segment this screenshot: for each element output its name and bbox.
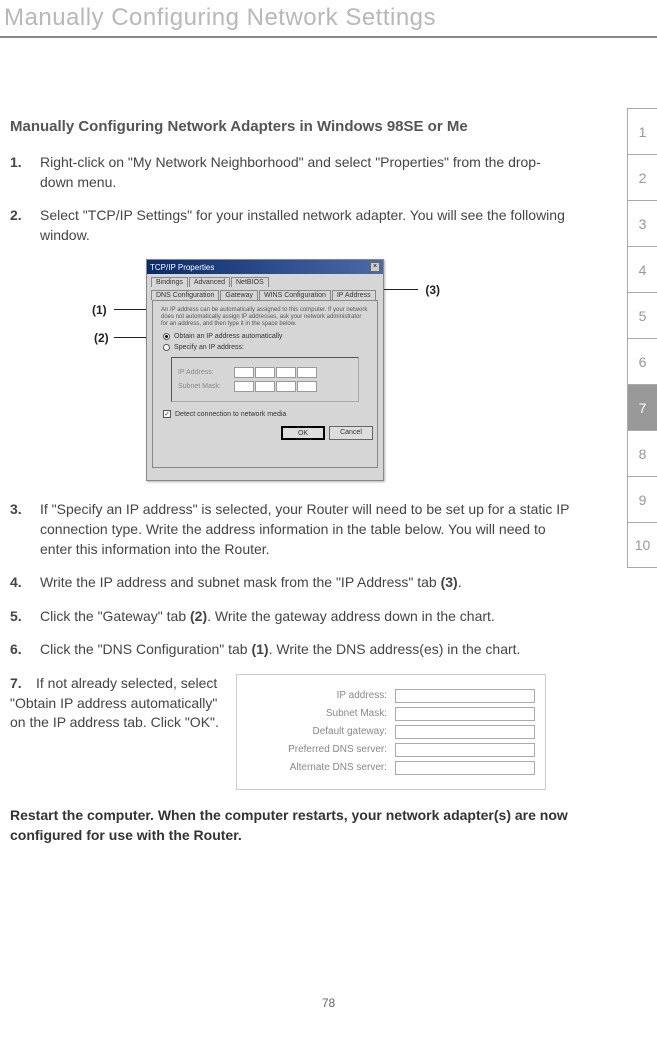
step-num: 3.: [10, 500, 40, 559]
subnet-mask-input[interactable]: [395, 707, 535, 721]
tab-gateway[interactable]: Gateway: [220, 290, 258, 300]
radio-obtain-auto[interactable]: Obtain an IP address automatically: [163, 333, 367, 340]
callout-1: (1): [92, 303, 107, 317]
radio-label: Specify an IP address:: [174, 344, 244, 351]
figure-address-form: IP address: Subnet Mask: Default gateway…: [236, 674, 546, 790]
radio-label: Obtain an IP address automatically: [174, 333, 282, 340]
default-gateway-input[interactable]: [395, 725, 535, 739]
sidebar-item-10[interactable]: 10: [627, 522, 657, 568]
step-text: Right-click on "My Network Neighborhood"…: [40, 153, 570, 192]
checkbox-label: Detect connection to network media: [175, 411, 286, 418]
sidebar-item-5[interactable]: 5: [627, 292, 657, 338]
page-title: Manually Configuring Network Settings: [0, 0, 657, 32]
step-3: 3. If "Specify an IP address" is selecte…: [10, 500, 570, 559]
dialog-description: An IP address can be automatically assig…: [161, 307, 369, 327]
alternate-dns-input[interactable]: [395, 761, 535, 775]
preferred-dns-input[interactable]: [395, 743, 535, 757]
ip-address-input[interactable]: [395, 689, 535, 703]
step-num: 4.: [10, 573, 40, 593]
step-text: If not already selected, select "Obtain …: [10, 675, 219, 730]
callout-2: (2): [94, 331, 109, 345]
close-icon[interactable]: ×: [370, 262, 380, 272]
form-label: IP address:: [337, 690, 387, 701]
step-num: 2.: [10, 206, 40, 245]
sidebar-item-9[interactable]: 9: [627, 476, 657, 522]
step-num: 5.: [10, 607, 40, 627]
content-area: Manually Configuring Network Adapters in…: [0, 38, 600, 845]
sidebar-item-6[interactable]: 6: [627, 338, 657, 384]
ip-fields-group: IP Address: Subnet Mask:: [171, 357, 359, 402]
tab-bindings[interactable]: Bindings: [151, 277, 188, 287]
sidebar-item-1[interactable]: 1: [627, 108, 657, 154]
tcpip-properties-dialog: TCP/IP Properties × Bindings Advanced Ne…: [146, 259, 384, 481]
tab-ip-address[interactable]: IP Address: [332, 290, 376, 300]
detect-connection-row[interactable]: ✓ Detect connection to network media: [163, 410, 367, 418]
dialog-titlebar: TCP/IP Properties ×: [147, 260, 383, 274]
form-label: Alternate DNS server:: [290, 762, 387, 773]
step-2: 2. Select "TCP/IP Settings" for your ins…: [10, 206, 570, 245]
dialog-title: TCP/IP Properties: [150, 263, 214, 272]
step-5: 5. Click the "Gateway" tab (2). Write th…: [10, 607, 570, 627]
form-label: Subnet Mask:: [326, 708, 387, 719]
step-text: Write the IP address and subnet mask fro…: [40, 573, 570, 593]
form-row-alt-dns: Alternate DNS server:: [247, 761, 535, 775]
checkbox-icon: ✓: [163, 410, 171, 418]
section-title: Manually Configuring Network Adapters in…: [10, 118, 570, 135]
form-label: Default gateway:: [313, 726, 388, 737]
step-text: Click the "Gateway" tab (2). Write the g…: [40, 607, 570, 627]
page-number: 78: [0, 996, 657, 1010]
step-text: If "Specify an IP address" is selected, …: [40, 500, 570, 559]
form-row-gateway: Default gateway:: [247, 725, 535, 739]
step-text: Click the "DNS Configuration" tab (1). W…: [40, 640, 570, 660]
form-row-subnet: Subnet Mask:: [247, 707, 535, 721]
ok-button[interactable]: OK: [281, 426, 325, 440]
radio-icon: [163, 333, 170, 340]
tab-wins-configuration[interactable]: WINS Configuration: [259, 290, 331, 300]
tab-dns-configuration[interactable]: DNS Configuration: [151, 290, 219, 300]
cancel-button[interactable]: Cancel: [329, 426, 373, 440]
ip-address-row: IP Address:: [178, 367, 352, 378]
step-text: Select "TCP/IP Settings" for your instal…: [40, 206, 570, 245]
ip-address-input[interactable]: [234, 367, 317, 378]
subnet-mask-input[interactable]: [234, 381, 317, 392]
section-sidebar: 12345678910: [627, 108, 657, 568]
step-7-row: 7.If not already selected, select "Obtai…: [10, 674, 570, 790]
subnet-mask-label: Subnet Mask:: [178, 383, 228, 390]
step-7: 7.If not already selected, select "Obtai…: [10, 674, 220, 790]
radio-specify[interactable]: Specify an IP address:: [163, 344, 367, 351]
sidebar-item-4[interactable]: 4: [627, 246, 657, 292]
sidebar-item-3[interactable]: 3: [627, 200, 657, 246]
callout-line: [380, 289, 418, 290]
dialog-body: An IP address can be automatically assig…: [152, 300, 378, 468]
dialog-tabs-row1: Bindings Advanced NetBIOS: [147, 274, 383, 287]
dialog-buttons: OK Cancel: [157, 426, 373, 440]
subnet-mask-row: Subnet Mask:: [178, 381, 352, 392]
form-row-ip: IP address:: [247, 689, 535, 703]
step-num: 1.: [10, 153, 40, 192]
tab-netbios[interactable]: NetBIOS: [231, 277, 269, 287]
step-num: 6.: [10, 640, 40, 660]
tab-advanced[interactable]: Advanced: [189, 277, 230, 287]
form-row-pref-dns: Preferred DNS server:: [247, 743, 535, 757]
step-1: 1. Right-click on "My Network Neighborho…: [10, 153, 570, 192]
callout-3: (3): [425, 283, 440, 297]
figure-tcpip-dialog: (1) (2) (3) TCP/IP Properties × Bindings…: [100, 259, 430, 484]
sidebar-item-8[interactable]: 8: [627, 430, 657, 476]
restart-instruction: Restart the computer. When the computer …: [10, 806, 570, 845]
form-label: Preferred DNS server:: [288, 744, 387, 755]
radio-icon: [163, 344, 170, 351]
step-4: 4. Write the IP address and subnet mask …: [10, 573, 570, 593]
step-6: 6. Click the "DNS Configuration" tab (1)…: [10, 640, 570, 660]
ip-address-label: IP Address:: [178, 369, 228, 376]
sidebar-item-2[interactable]: 2: [627, 154, 657, 200]
dialog-tabs-row2: DNS Configuration Gateway WINS Configura…: [147, 287, 383, 300]
callout-line: [114, 309, 146, 310]
step-num: 7.: [10, 674, 36, 694]
sidebar-item-7[interactable]: 7: [627, 384, 657, 430]
